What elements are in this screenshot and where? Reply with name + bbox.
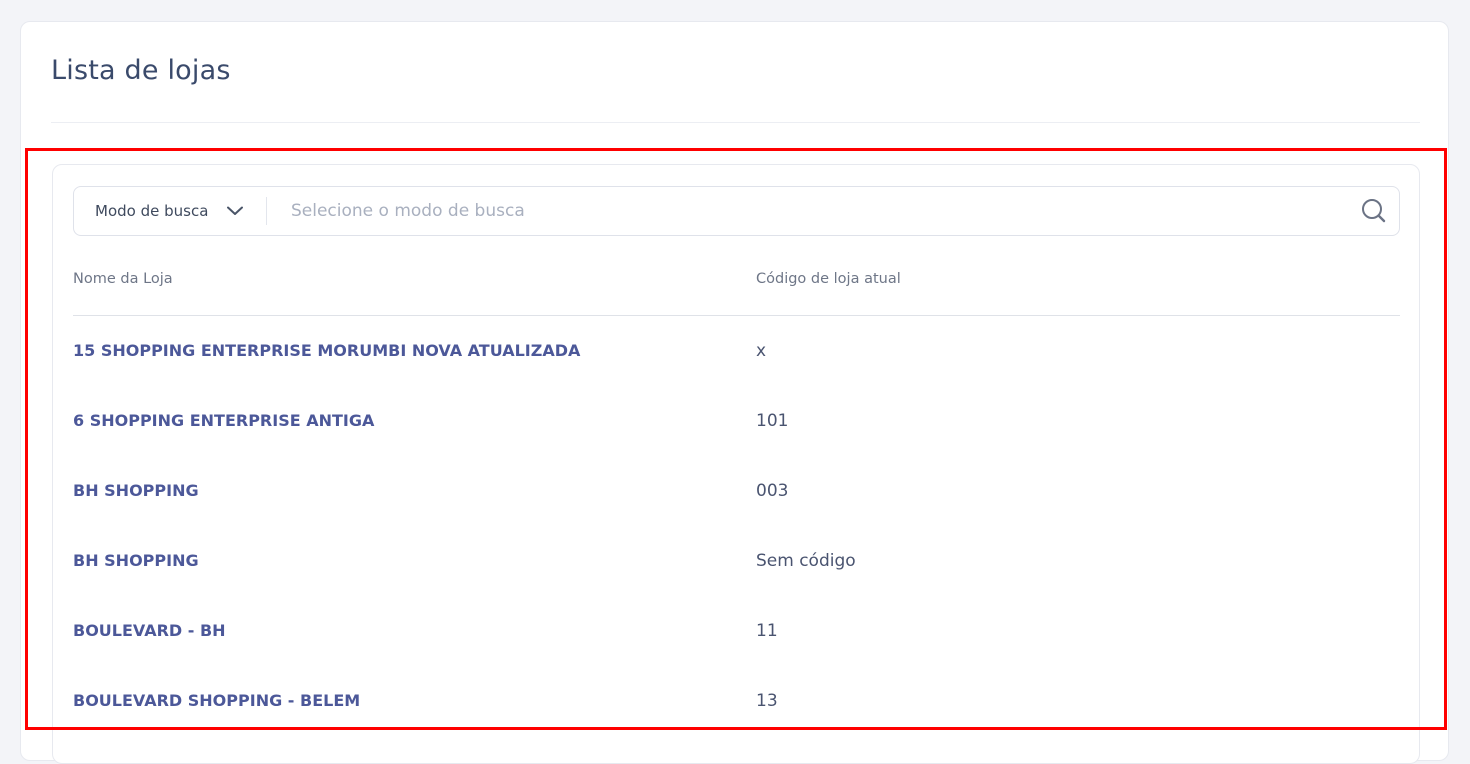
store-name[interactable]: 15 SHOPPING ENTERPRISE MORUMBI NOVA ATUA… <box>73 341 580 360</box>
store-code: 101 <box>756 411 789 431</box>
search-bar: Modo de busca <box>73 186 1400 236</box>
table-row[interactable]: BOULEVARD SHOPPING - BELEM 13 <box>73 666 1400 736</box>
table-row[interactable]: BOULEVARD - BH 11 <box>73 596 1400 666</box>
column-header-store-code: Código de loja atual <box>756 271 901 287</box>
store-name[interactable]: BH SHOPPING <box>73 551 199 570</box>
chevron-down-icon <box>226 202 244 220</box>
store-code: 003 <box>756 481 789 501</box>
store-code: 13 <box>756 691 778 711</box>
store-table-body: 15 SHOPPING ENTERPRISE MORUMBI NOVA ATUA… <box>73 316 1400 736</box>
search-mode-label: Modo de busca <box>95 202 209 220</box>
store-name[interactable]: 6 SHOPPING ENTERPRISE ANTIGA <box>73 411 374 430</box>
column-header-store-name: Nome da Loja <box>73 271 173 287</box>
page-card: Lista de lojas Modo de busca Selecione o… <box>20 21 1449 764</box>
store-name[interactable]: BH SHOPPING <box>73 481 199 500</box>
search-input[interactable] <box>267 187 1349 235</box>
table-row[interactable]: 6 SHOPPING ENTERPRISE ANTIGA 101 <box>73 386 1400 456</box>
store-code: Sem código <box>756 551 856 571</box>
page-title: Lista de lojas <box>51 55 231 86</box>
store-list-card: Modo de busca Nome da Loja Código de loj… <box>52 164 1420 764</box>
search-mode-select[interactable]: Modo de busca <box>74 187 266 235</box>
table-header: Nome da Loja Código de loja atual <box>73 271 1400 291</box>
search-icon[interactable] <box>1349 187 1399 235</box>
table-row[interactable]: BH SHOPPING Sem código <box>73 526 1400 596</box>
store-name[interactable]: BOULEVARD - BH <box>73 621 226 640</box>
store-code: x <box>756 341 767 361</box>
store-code: 11 <box>756 621 778 641</box>
table-row[interactable]: BH SHOPPING 003 <box>73 456 1400 526</box>
store-name[interactable]: BOULEVARD SHOPPING - BELEM <box>73 691 360 710</box>
title-divider <box>51 122 1420 123</box>
table-row[interactable]: 15 SHOPPING ENTERPRISE MORUMBI NOVA ATUA… <box>73 316 1400 386</box>
